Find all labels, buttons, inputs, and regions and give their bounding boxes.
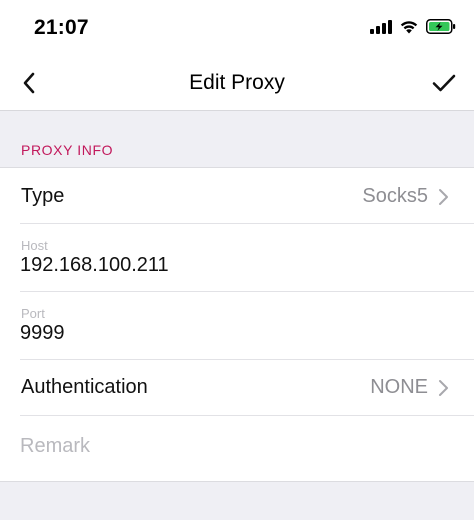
- checkmark-icon: [432, 74, 456, 92]
- section-header-label: PROXY INFO: [21, 142, 114, 158]
- type-label: Type: [21, 185, 65, 207]
- chevron-right-icon: [439, 189, 448, 205]
- type-row[interactable]: Type Socks5: [0, 168, 474, 224]
- wifi-icon: [400, 21, 418, 34]
- page-title: Edit Proxy: [189, 71, 285, 94]
- done-button[interactable]: [428, 68, 460, 98]
- signal-icon: [370, 19, 392, 34]
- status-time: 21:07: [34, 16, 89, 39]
- host-row: Host: [0, 224, 474, 292]
- status-bar: 21:07: [0, 0, 474, 54]
- authentication-label: Authentication: [21, 376, 148, 398]
- nav-bar: Edit Proxy: [0, 54, 474, 111]
- port-row: Port: [0, 292, 474, 360]
- status-icons: [370, 19, 456, 34]
- proxy-form: Type Socks5 Host Port Authentication NON…: [0, 167, 474, 482]
- remark-input[interactable]: [20, 435, 450, 458]
- port-caption: Port: [21, 306, 45, 321]
- authentication-row[interactable]: Authentication NONE: [0, 360, 474, 416]
- section-header: PROXY INFO: [0, 111, 474, 167]
- port-input[interactable]: [20, 322, 450, 345]
- battery-charging-icon: [426, 19, 456, 34]
- authentication-value: NONE: [370, 376, 428, 398]
- chevron-right-icon: [439, 380, 448, 396]
- footer-background: [0, 482, 474, 520]
- host-input[interactable]: [20, 254, 450, 277]
- host-caption: Host: [21, 238, 48, 253]
- type-value: Socks5: [362, 185, 428, 207]
- remark-row: [0, 416, 474, 482]
